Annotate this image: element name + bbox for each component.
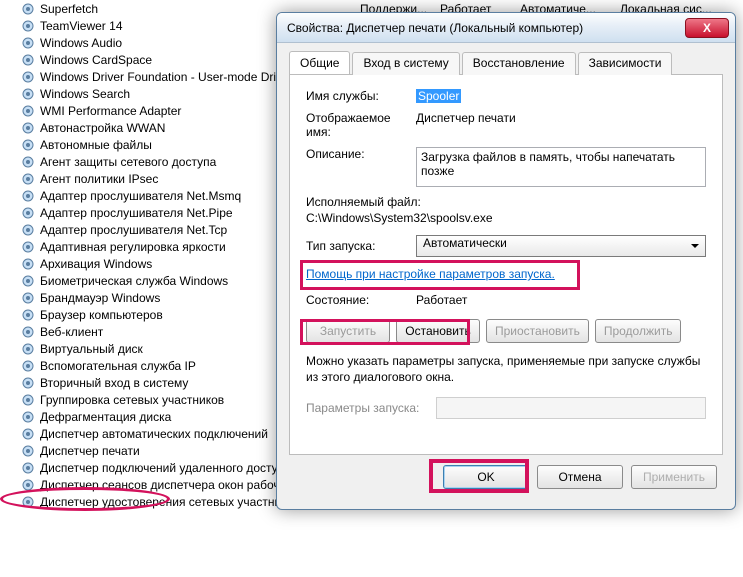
label-description: Описание: [306, 147, 416, 161]
help-link[interactable]: Помощь при настройке параметров запуска. [306, 267, 555, 281]
tab-logon[interactable]: Вход в систему [352, 52, 459, 75]
tab-recovery[interactable]: Восстановление [462, 52, 576, 75]
dialog-buttons: OK Отмена Применить [289, 455, 723, 489]
gear-icon [20, 392, 36, 408]
gear-icon [20, 273, 36, 289]
ok-button[interactable]: OK [443, 465, 529, 489]
tab-panel-general: Имя службы: Spooler Отображаемое имя: Ди… [289, 75, 723, 455]
state-value: Работает [416, 293, 467, 307]
gear-icon [20, 52, 36, 68]
gear-icon [20, 239, 36, 255]
label-exec-file: Исполняемый файл: [306, 195, 706, 209]
gear-icon [20, 477, 36, 493]
gear-icon [20, 35, 36, 51]
stop-button[interactable]: Остановить [396, 319, 480, 343]
label-startup-type: Тип запуска: [306, 239, 416, 253]
gear-icon [20, 358, 36, 374]
gear-icon [20, 18, 36, 34]
dialog-body: Общие Вход в систему Восстановление Зави… [277, 43, 735, 509]
display-name-row: Отображаемое имя: Диспетчер печати [306, 111, 706, 139]
gear-icon [20, 1, 36, 17]
titlebar[interactable]: Свойства: Диспетчер печати (Локальный ко… [277, 13, 735, 43]
gear-icon [20, 222, 36, 238]
service-name-row: Имя службы: Spooler [306, 89, 706, 103]
description-row: Описание: Загрузка файлов в память, чтоб… [306, 147, 706, 187]
apply-button[interactable]: Применить [631, 465, 717, 489]
close-icon: X [703, 21, 711, 35]
dialog-title: Свойства: Диспетчер печати (Локальный ко… [287, 21, 685, 35]
gear-icon [20, 426, 36, 442]
gear-icon [20, 307, 36, 323]
gear-icon [20, 290, 36, 306]
gear-icon [20, 69, 36, 85]
label-display-name: Отображаемое имя: [306, 111, 416, 139]
start-params-input[interactable] [436, 397, 706, 419]
gear-icon [20, 409, 36, 425]
gear-icon [20, 494, 36, 510]
resume-button[interactable]: Продолжить [595, 319, 682, 343]
gear-icon [20, 171, 36, 187]
start-button[interactable]: Запустить [306, 319, 390, 343]
label-state: Состояние: [306, 293, 416, 307]
description-box[interactable]: Загрузка файлов в память, чтобы напечата… [416, 147, 706, 187]
gear-icon [20, 205, 36, 221]
gear-icon [20, 188, 36, 204]
control-buttons: Запустить Остановить Приостановить Продо… [306, 319, 706, 343]
gear-icon [20, 375, 36, 391]
tab-dependencies[interactable]: Зависимости [578, 52, 673, 75]
gear-icon [20, 120, 36, 136]
gear-icon [20, 154, 36, 170]
cancel-button[interactable]: Отмена [537, 465, 623, 489]
exec-file-value: C:\Windows\System32\spoolsv.exe [306, 211, 706, 225]
label-service-name: Имя службы: [306, 89, 416, 103]
close-button[interactable]: X [685, 18, 729, 38]
properties-dialog: Свойства: Диспетчер печати (Локальный ко… [276, 12, 736, 510]
params-hint: Можно указать параметры запуска, применя… [306, 353, 706, 385]
startup-type-select[interactable]: Автоматически [416, 235, 706, 257]
start-params-row: Параметры запуска: [306, 397, 706, 419]
gear-icon [20, 460, 36, 476]
gear-icon [20, 256, 36, 272]
gear-icon [20, 443, 36, 459]
tab-general[interactable]: Общие [289, 51, 350, 74]
tabstrip: Общие Вход в систему Восстановление Зави… [289, 51, 723, 75]
service-name-value[interactable]: Spooler [416, 89, 461, 103]
gear-icon [20, 324, 36, 340]
gear-icon [20, 341, 36, 357]
gear-icon [20, 86, 36, 102]
pause-button[interactable]: Приостановить [486, 319, 589, 343]
gear-icon [20, 137, 36, 153]
label-start-params: Параметры запуска: [306, 401, 436, 415]
gear-icon [20, 103, 36, 119]
display-name-value: Диспетчер печати [416, 111, 706, 125]
state-row: Состояние: Работает [306, 293, 706, 307]
startup-type-row: Тип запуска: Автоматически [306, 235, 706, 257]
